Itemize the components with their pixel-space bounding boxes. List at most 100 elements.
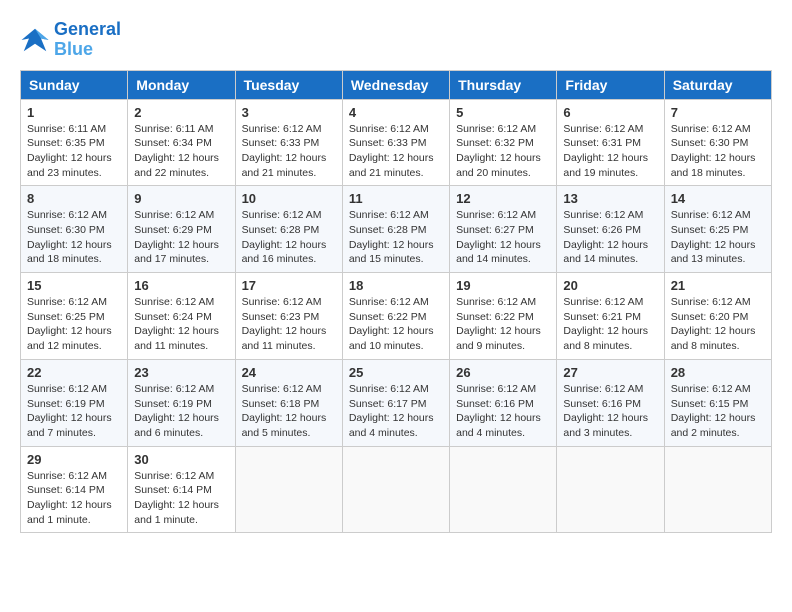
day-info: Sunrise: 6:12 AM Sunset: 6:28 PM Dayligh… (242, 208, 336, 267)
day-info: Sunrise: 6:12 AM Sunset: 6:19 PM Dayligh… (27, 382, 121, 441)
calendar-cell (664, 446, 771, 533)
logo-text: General Blue (54, 20, 121, 60)
sunrise-label: Sunrise: 6:12 AM (242, 296, 322, 308)
calendar-cell (342, 446, 449, 533)
day-info: Sunrise: 6:12 AM Sunset: 6:30 PM Dayligh… (671, 122, 765, 181)
calendar-cell: 14 Sunrise: 6:12 AM Sunset: 6:25 PM Dayl… (664, 186, 771, 273)
calendar-week-5: 29 Sunrise: 6:12 AM Sunset: 6:14 PM Dayl… (21, 446, 772, 533)
day-header-wednesday: Wednesday (342, 70, 449, 99)
sunrise-label: Sunrise: 6:12 AM (134, 470, 214, 482)
calendar-cell: 3 Sunrise: 6:12 AM Sunset: 6:33 PM Dayli… (235, 99, 342, 186)
calendar-cell: 9 Sunrise: 6:12 AM Sunset: 6:29 PM Dayli… (128, 186, 235, 273)
day-number: 25 (349, 365, 443, 380)
logo-bird-icon (20, 25, 50, 55)
sunrise-label: Sunrise: 6:12 AM (671, 123, 751, 135)
daylight-label: Daylight: 12 hours and 11 minutes. (134, 325, 219, 352)
daylight-label: Daylight: 12 hours and 8 minutes. (671, 325, 756, 352)
calendar-cell: 23 Sunrise: 6:12 AM Sunset: 6:19 PM Dayl… (128, 359, 235, 446)
daylight-label: Daylight: 12 hours and 15 minutes. (349, 239, 434, 266)
sunrise-label: Sunrise: 6:11 AM (134, 123, 213, 135)
daylight-label: Daylight: 12 hours and 20 minutes. (456, 152, 541, 179)
sunrise-label: Sunrise: 6:12 AM (671, 209, 751, 221)
sunset-label: Sunset: 6:22 PM (349, 311, 427, 323)
day-info: Sunrise: 6:12 AM Sunset: 6:27 PM Dayligh… (456, 208, 550, 267)
daylight-label: Daylight: 12 hours and 1 minute. (134, 499, 219, 526)
day-number: 16 (134, 278, 228, 293)
sunset-label: Sunset: 6:35 PM (27, 137, 105, 149)
day-number: 29 (27, 452, 121, 467)
calendar-cell: 18 Sunrise: 6:12 AM Sunset: 6:22 PM Dayl… (342, 273, 449, 360)
sunset-label: Sunset: 6:32 PM (456, 137, 534, 149)
daylight-label: Daylight: 12 hours and 6 minutes. (134, 412, 219, 439)
sunset-label: Sunset: 6:25 PM (671, 224, 749, 236)
sunset-label: Sunset: 6:14 PM (134, 484, 212, 496)
daylight-label: Daylight: 12 hours and 22 minutes. (134, 152, 219, 179)
sunrise-label: Sunrise: 6:12 AM (242, 209, 322, 221)
day-number: 26 (456, 365, 550, 380)
day-number: 28 (671, 365, 765, 380)
day-number: 15 (27, 278, 121, 293)
sunrise-label: Sunrise: 6:12 AM (456, 383, 536, 395)
day-info: Sunrise: 6:12 AM Sunset: 6:23 PM Dayligh… (242, 295, 336, 354)
daylight-label: Daylight: 12 hours and 8 minutes. (563, 325, 648, 352)
calendar-cell: 16 Sunrise: 6:12 AM Sunset: 6:24 PM Dayl… (128, 273, 235, 360)
calendar-cell: 2 Sunrise: 6:11 AM Sunset: 6:34 PM Dayli… (128, 99, 235, 186)
sunset-label: Sunset: 6:21 PM (563, 311, 641, 323)
day-info: Sunrise: 6:12 AM Sunset: 6:17 PM Dayligh… (349, 382, 443, 441)
daylight-label: Daylight: 12 hours and 18 minutes. (27, 239, 112, 266)
calendar-cell (557, 446, 664, 533)
daylight-label: Daylight: 12 hours and 2 minutes. (671, 412, 756, 439)
day-number: 8 (27, 191, 121, 206)
daylight-label: Daylight: 12 hours and 7 minutes. (27, 412, 112, 439)
calendar-cell (235, 446, 342, 533)
sunset-label: Sunset: 6:31 PM (563, 137, 641, 149)
day-header-sunday: Sunday (21, 70, 128, 99)
sunrise-label: Sunrise: 6:12 AM (456, 209, 536, 221)
sunset-label: Sunset: 6:30 PM (671, 137, 749, 149)
calendar-cell: 13 Sunrise: 6:12 AM Sunset: 6:26 PM Dayl… (557, 186, 664, 273)
sunrise-label: Sunrise: 6:12 AM (27, 383, 107, 395)
sunrise-label: Sunrise: 6:12 AM (349, 123, 429, 135)
day-number: 5 (456, 105, 550, 120)
day-info: Sunrise: 6:12 AM Sunset: 6:31 PM Dayligh… (563, 122, 657, 181)
daylight-label: Daylight: 12 hours and 3 minutes. (563, 412, 648, 439)
sunrise-label: Sunrise: 6:12 AM (27, 296, 107, 308)
sunset-label: Sunset: 6:25 PM (27, 311, 105, 323)
sunset-label: Sunset: 6:20 PM (671, 311, 749, 323)
sunrise-label: Sunrise: 6:12 AM (134, 209, 214, 221)
calendar-cell: 24 Sunrise: 6:12 AM Sunset: 6:18 PM Dayl… (235, 359, 342, 446)
day-info: Sunrise: 6:12 AM Sunset: 6:18 PM Dayligh… (242, 382, 336, 441)
day-info: Sunrise: 6:11 AM Sunset: 6:35 PM Dayligh… (27, 122, 121, 181)
calendar-week-1: 1 Sunrise: 6:11 AM Sunset: 6:35 PM Dayli… (21, 99, 772, 186)
daylight-label: Daylight: 12 hours and 17 minutes. (134, 239, 219, 266)
calendar-cell: 17 Sunrise: 6:12 AM Sunset: 6:23 PM Dayl… (235, 273, 342, 360)
sunrise-label: Sunrise: 6:12 AM (563, 123, 643, 135)
day-number: 6 (563, 105, 657, 120)
daylight-label: Daylight: 12 hours and 4 minutes. (456, 412, 541, 439)
day-number: 12 (456, 191, 550, 206)
sunset-label: Sunset: 6:19 PM (27, 398, 105, 410)
day-number: 11 (349, 191, 443, 206)
calendar-cell: 22 Sunrise: 6:12 AM Sunset: 6:19 PM Dayl… (21, 359, 128, 446)
day-number: 9 (134, 191, 228, 206)
sunrise-label: Sunrise: 6:12 AM (456, 296, 536, 308)
daylight-label: Daylight: 12 hours and 12 minutes. (27, 325, 112, 352)
day-info: Sunrise: 6:12 AM Sunset: 6:15 PM Dayligh… (671, 382, 765, 441)
day-info: Sunrise: 6:12 AM Sunset: 6:33 PM Dayligh… (349, 122, 443, 181)
day-info: Sunrise: 6:12 AM Sunset: 6:14 PM Dayligh… (134, 469, 228, 528)
sunset-label: Sunset: 6:34 PM (134, 137, 212, 149)
sunrise-label: Sunrise: 6:12 AM (563, 296, 643, 308)
calendar-cell: 28 Sunrise: 6:12 AM Sunset: 6:15 PM Dayl… (664, 359, 771, 446)
sunrise-label: Sunrise: 6:12 AM (349, 296, 429, 308)
day-number: 1 (27, 105, 121, 120)
sunset-label: Sunset: 6:15 PM (671, 398, 749, 410)
day-info: Sunrise: 6:12 AM Sunset: 6:20 PM Dayligh… (671, 295, 765, 354)
calendar-cell: 12 Sunrise: 6:12 AM Sunset: 6:27 PM Dayl… (450, 186, 557, 273)
day-number: 4 (349, 105, 443, 120)
day-number: 18 (349, 278, 443, 293)
day-info: Sunrise: 6:12 AM Sunset: 6:28 PM Dayligh… (349, 208, 443, 267)
calendar-week-4: 22 Sunrise: 6:12 AM Sunset: 6:19 PM Dayl… (21, 359, 772, 446)
sunset-label: Sunset: 6:16 PM (563, 398, 641, 410)
daylight-label: Daylight: 12 hours and 10 minutes. (349, 325, 434, 352)
daylight-label: Daylight: 12 hours and 21 minutes. (242, 152, 327, 179)
